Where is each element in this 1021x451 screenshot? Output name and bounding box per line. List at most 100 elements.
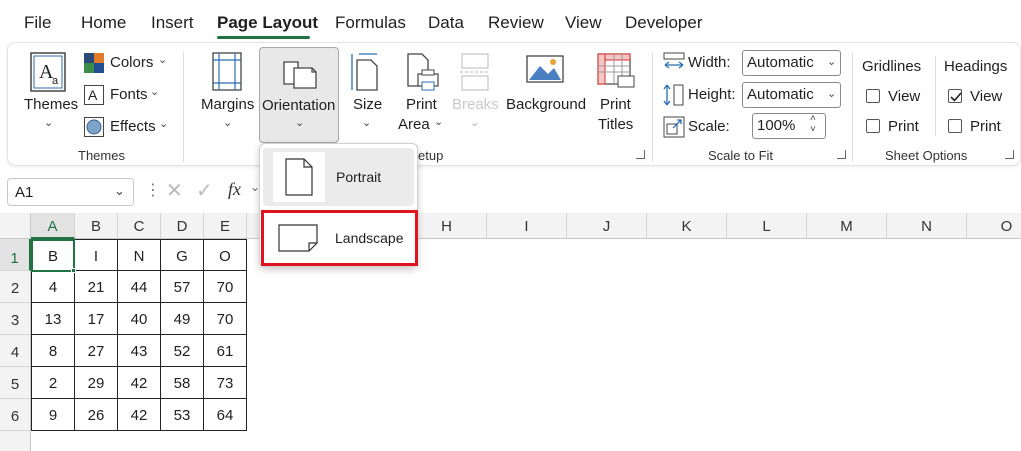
gridlines-view-checkbox[interactable]	[866, 89, 880, 103]
cell-e2[interactable]: 70	[204, 271, 247, 303]
more-options-icon[interactable]: ⋮	[145, 180, 161, 200]
width-dropdown[interactable]: Automatic ⌄	[742, 50, 841, 76]
cell-e6[interactable]: 64	[204, 399, 247, 431]
cell-b6[interactable]: 26	[75, 399, 118, 431]
column-header-i[interactable]: I	[487, 213, 567, 239]
chevron-down-icon[interactable]: ⌄	[114, 183, 125, 199]
column-header-n[interactable]: N	[887, 213, 967, 239]
print-area-button[interactable]: Print Area ⌄	[396, 52, 446, 142]
cell-c6[interactable]: 42	[118, 399, 161, 431]
cell-e5[interactable]: 73	[204, 367, 247, 399]
row-header-1[interactable]: 1	[0, 239, 31, 271]
select-all-corner[interactable]	[0, 213, 31, 239]
row-header-2[interactable]: 2	[0, 271, 31, 303]
fill-handle[interactable]	[71, 268, 76, 273]
headings-view-checkbox[interactable]	[948, 89, 962, 103]
colors-button[interactable]: Colors ⌄	[84, 52, 170, 74]
cell-a4[interactable]: 8	[31, 335, 75, 367]
print-titles-button[interactable]: Print Titles	[592, 52, 640, 142]
tab-insert[interactable]: Insert	[151, 13, 194, 33]
background-button[interactable]: Background	[504, 52, 586, 142]
cell-b3[interactable]: 17	[75, 303, 118, 335]
cell-e3[interactable]: 70	[204, 303, 247, 335]
column-header-b[interactable]: B	[75, 213, 118, 239]
cell-a5[interactable]: 2	[31, 367, 75, 399]
cell-b1[interactable]: I	[75, 239, 118, 271]
margins-button[interactable]: Margins ⌄	[199, 52, 257, 142]
tab-formulas[interactable]: Formulas	[335, 13, 406, 33]
cell-d1[interactable]: G	[161, 239, 204, 271]
orientation-label: Orientation	[262, 97, 336, 114]
column-header-k[interactable]: K	[647, 213, 727, 239]
tab-view[interactable]: View	[565, 13, 602, 33]
cell-c1[interactable]: N	[118, 239, 161, 271]
tab-home[interactable]: Home	[81, 13, 126, 33]
tab-file[interactable]: File	[24, 13, 51, 33]
width-value: Automatic	[747, 54, 814, 71]
cell-c2[interactable]: 44	[118, 271, 161, 303]
name-box[interactable]: A1 ⌄	[7, 178, 134, 206]
orientation-button[interactable]: Orientation ⌄	[259, 47, 339, 143]
cell-d2[interactable]: 57	[161, 271, 204, 303]
headings-print-checkbox[interactable]	[948, 119, 962, 133]
column-header-e[interactable]: E	[204, 213, 247, 239]
row-header-4[interactable]: 4	[0, 335, 31, 367]
page-setup-dialog-launcher[interactable]	[636, 150, 645, 159]
cell-c5[interactable]: 42	[118, 367, 161, 399]
themes-button[interactable]: A a Themes ⌄	[22, 52, 78, 142]
column-header-h[interactable]: H	[407, 213, 487, 239]
tab-developer[interactable]: Developer	[625, 13, 703, 33]
column-header-c[interactable]: C	[118, 213, 161, 239]
height-dropdown[interactable]: Automatic ⌄	[742, 82, 841, 108]
enter-icon[interactable]: ✓	[196, 178, 213, 203]
spin-down-icon[interactable]: ˅	[810, 124, 816, 135]
print-area-label-2: Area	[398, 116, 430, 133]
scale-spinner[interactable]: 100% ˄ ˅	[752, 113, 826, 139]
cell-a2[interactable]: 4	[31, 271, 75, 303]
column-header-j[interactable]: J	[567, 213, 647, 239]
tab-page-layout[interactable]: Page Layout	[217, 13, 318, 33]
print-titles-label-2: Titles	[598, 116, 634, 133]
name-box-value: A1	[15, 184, 34, 201]
row-header-5[interactable]: 5	[0, 367, 31, 399]
cell-b4[interactable]: 27	[75, 335, 118, 367]
portrait-option[interactable]: Portrait	[263, 148, 414, 206]
portrait-label: Portrait	[336, 169, 382, 185]
landscape-option[interactable]: Landscape	[261, 210, 418, 266]
column-header-l[interactable]: L	[727, 213, 807, 239]
cell-a6[interactable]: 9	[31, 399, 75, 431]
cell-d6[interactable]: 53	[161, 399, 204, 431]
size-button[interactable]: Size ⌄	[347, 52, 389, 142]
cell-d5[interactable]: 58	[161, 367, 204, 399]
size-icon	[351, 53, 378, 91]
column-header-d[interactable]: D	[161, 213, 204, 239]
spin-up-icon[interactable]: ˄	[810, 113, 816, 124]
row-header-3[interactable]: 3	[0, 303, 31, 335]
sheet-options-dialog-launcher[interactable]	[1005, 150, 1014, 159]
column-header-m[interactable]: M	[807, 213, 887, 239]
tab-data[interactable]: Data	[428, 13, 464, 33]
column-header-a[interactable]: A	[31, 213, 75, 239]
cancel-icon[interactable]: ✕	[166, 178, 183, 203]
cell-b5[interactable]: 29	[75, 367, 118, 399]
scale-dialog-launcher[interactable]	[837, 150, 846, 159]
worksheet-grid[interactable]: ABCDEFGHIJKLMNO 123456 BINGO421445770131…	[0, 213, 1021, 451]
cell-e4[interactable]: 61	[204, 335, 247, 367]
cell-b2[interactable]: 21	[75, 271, 118, 303]
fonts-button[interactable]: A Fonts ⌄	[84, 84, 170, 106]
gridlines-print-checkbox[interactable]	[866, 119, 880, 133]
cell-d3[interactable]: 49	[161, 303, 204, 335]
effects-button[interactable]: Effects ⌄	[84, 116, 170, 138]
row-header-6[interactable]: 6	[0, 399, 31, 431]
breaks-button[interactable]: Breaks ⌄	[452, 52, 499, 142]
cell-a3[interactable]: 13	[31, 303, 75, 335]
group-divider	[852, 52, 853, 162]
column-header-o[interactable]: O	[967, 213, 1021, 239]
cell-c3[interactable]: 40	[118, 303, 161, 335]
cell-c4[interactable]: 43	[118, 335, 161, 367]
cell-e1[interactable]: O	[204, 239, 247, 271]
insert-function-icon[interactable]: fx	[228, 179, 241, 200]
cell-d4[interactable]: 52	[161, 335, 204, 367]
tab-review[interactable]: Review	[488, 13, 544, 33]
gridlines-heading: Gridlines	[862, 58, 922, 75]
